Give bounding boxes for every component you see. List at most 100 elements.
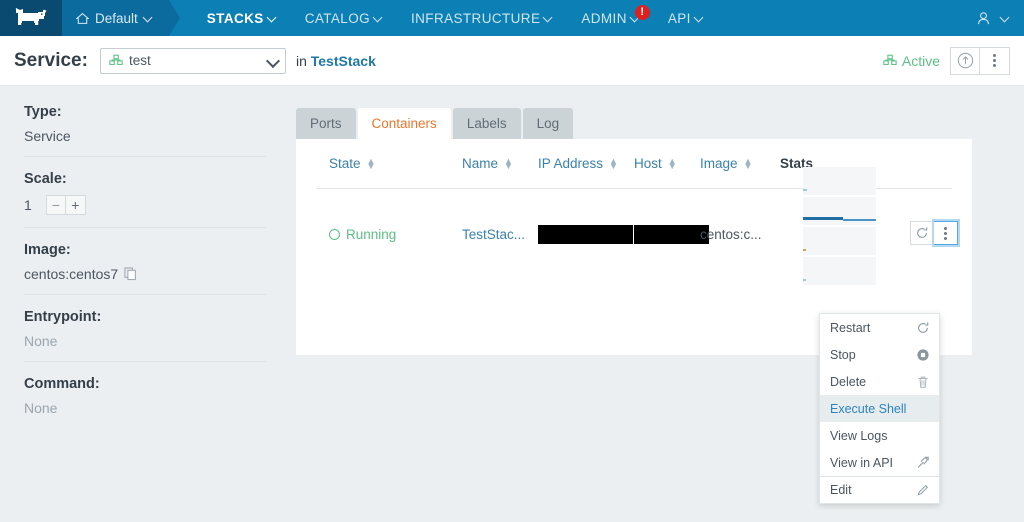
menu-item-view-in-api[interactable]: View in API (820, 449, 939, 476)
upgrade-button[interactable] (950, 46, 980, 75)
environment-label: Default (95, 10, 138, 26)
table-row[interactable]: Running TestStac... centos:c... (316, 167, 958, 285)
scale-value: 1 (24, 197, 32, 213)
breadcrumb-stack: in TestStack (296, 53, 376, 69)
divider (24, 227, 266, 228)
nav-label: STACKS (206, 10, 264, 26)
cell-ip-address (538, 224, 634, 244)
nav-label: INFRASTRUCTURE (411, 10, 541, 26)
menu-item-label: View in API (830, 455, 894, 470)
trash-icon (916, 375, 930, 389)
field-value-type: Service (24, 128, 71, 144)
cell-name[interactable]: TestStac... (462, 227, 538, 242)
top-navigation-bar: Default STACKS CATALOG INFRASTRUCTURE AD… (0, 0, 1024, 36)
nav-item-admin[interactable]: ADMIN ! (567, 0, 654, 36)
menu-item-stop[interactable]: Stop (820, 341, 939, 368)
nav-item-stacks[interactable]: STACKS (193, 0, 291, 36)
sort-icon: ▲ ▼ (667, 155, 677, 171)
divider (24, 294, 266, 295)
stop-icon (916, 348, 930, 362)
nav-item-catalog[interactable]: CATALOG (291, 0, 397, 36)
menu-item-execute-shell[interactable]: Execute Shell (820, 395, 939, 422)
rancher-cow-logo-icon (15, 8, 47, 25)
nav-item-api[interactable]: API (654, 0, 718, 36)
menu-item-delete[interactable]: Delete (820, 368, 939, 395)
tab-containers[interactable]: Containers (357, 108, 451, 139)
menu-item-label: Stop (830, 347, 856, 362)
tab-labels[interactable]: Labels (452, 108, 521, 139)
column-header-ip-address[interactable]: IP Address ▲ ▼ (538, 156, 634, 171)
row-action-buttons (910, 221, 958, 245)
chevron-down-icon (268, 14, 277, 23)
redaction-box (538, 224, 633, 244)
field-value-entrypoint: None (24, 333, 58, 349)
stack-icon (109, 54, 123, 65)
state-label: Running (346, 226, 397, 242)
service-page-header: Service: test in TestStack Active (0, 36, 1024, 86)
rancher-logo[interactable] (0, 0, 62, 36)
column-label: State (329, 156, 361, 171)
menu-item-view-logs[interactable]: View Logs (820, 422, 939, 449)
restart-button[interactable] (910, 221, 934, 245)
user-icon (978, 11, 989, 24)
divider (24, 361, 266, 362)
field-label-image: Image: (24, 242, 71, 258)
sort-icon: ▲ ▼ (366, 155, 376, 171)
service-select-value: test (128, 53, 151, 68)
chevron-down-icon (144, 14, 153, 23)
kebab-icon (993, 54, 996, 67)
arrow-up-circle-icon (957, 52, 973, 69)
chevron-down-icon (1001, 14, 1010, 23)
field-value-image: centos:centos7 (24, 266, 266, 282)
chevron-down-icon (695, 14, 704, 23)
environment-switcher[interactable]: Default (62, 0, 180, 36)
service-select[interactable]: test (99, 47, 286, 74)
chevron-down-icon (374, 14, 383, 23)
menu-item-label: Execute Shell (830, 401, 907, 416)
admin-alert-badge: ! (634, 5, 650, 20)
stack-link[interactable]: TestStack (311, 53, 376, 69)
external-link-icon (915, 456, 930, 470)
home-icon (76, 12, 89, 24)
column-label: Host (634, 156, 662, 171)
container-menu-button[interactable] (934, 221, 958, 245)
menu-item-edit[interactable]: Edit (820, 476, 939, 503)
nav-label: CATALOG (304, 10, 370, 26)
nav-label: ADMIN (581, 10, 627, 26)
chevron-down-icon (544, 14, 553, 23)
copy-icon[interactable] (124, 267, 137, 281)
field-label-command: Command: (24, 376, 100, 392)
sort-icon: ▲ ▼ (743, 155, 753, 171)
user-menu[interactable] (976, 0, 1024, 36)
page-title: Service: (14, 49, 88, 71)
menu-item-label: Restart (830, 320, 871, 335)
restart-icon (916, 321, 930, 335)
main-nav-items: STACKS CATALOG INFRASTRUCTURE ADMIN ! AP… (169, 0, 718, 36)
status-label: Active (901, 52, 940, 69)
column-header-name[interactable]: Name ▲ ▼ (462, 156, 538, 171)
scale-decrement-button[interactable]: − (45, 195, 66, 215)
cell-image: centos:c... (700, 226, 762, 242)
service-details-sidebar: Type: Service Scale: 1 − + Image: centos… (0, 86, 282, 522)
header-actions: Active (883, 46, 1010, 75)
tab-ports[interactable]: Ports (296, 108, 356, 139)
cell-stats-sparklines (803, 167, 876, 287)
status-badge: Active (883, 53, 940, 69)
stack-icon (883, 54, 897, 65)
field-label-type: Type: (24, 104, 62, 120)
nav-item-infrastructure[interactable]: INFRASTRUCTURE (397, 0, 567, 36)
menu-item-restart[interactable]: Restart (820, 314, 939, 341)
tab-log[interactable]: Log (522, 108, 574, 139)
column-header-host[interactable]: Host ▲ ▼ (634, 156, 700, 171)
kebab-icon (944, 226, 947, 240)
actions-button[interactable] (980, 46, 1010, 75)
sort-icon: ▲ ▼ (504, 155, 513, 171)
scale-increment-button[interactable]: + (65, 195, 86, 215)
container-context-menu: Restart Stop Delete Execute Shell View L… (819, 313, 940, 504)
chevron-down-icon (268, 55, 279, 66)
column-header-state[interactable]: State ▲ ▼ (329, 156, 462, 171)
sparkline-chart (803, 167, 876, 195)
sparkline-chart (803, 197, 876, 225)
column-header-image[interactable]: Image ▲ ▼ (700, 156, 780, 171)
restart-icon (917, 227, 928, 238)
